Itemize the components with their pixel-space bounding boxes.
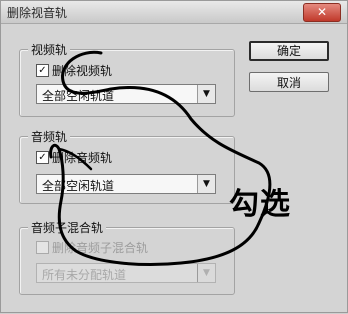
annotation-text: 勾选 [229,187,291,222]
annotation-scribble [49,50,272,266]
delete-tracks-dialog: 删除视音轨 ✕ 视频轨 ✓ 删除视频轨 全部空闲轨道 ▼ 音频轨 ✓ 删除音频轨… [0,0,348,313]
